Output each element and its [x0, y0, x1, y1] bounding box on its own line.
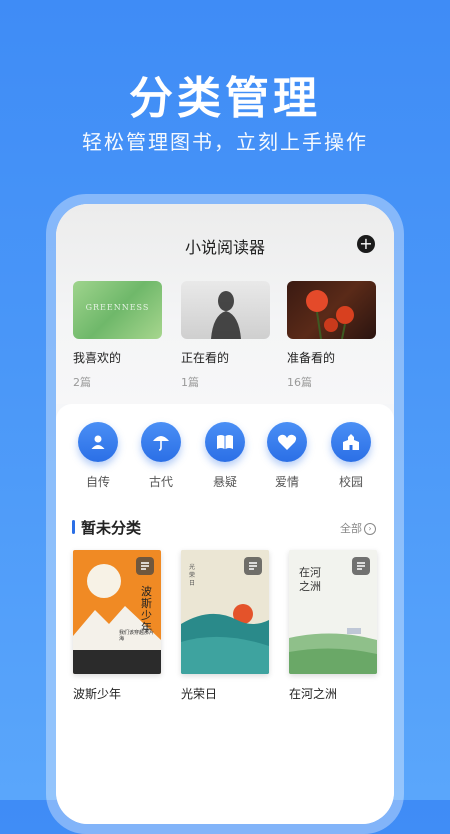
- genre-label: 校园: [338, 475, 363, 489]
- genre-romance[interactable]: 爱情: [265, 422, 309, 490]
- category-card-to-read[interactable]: 准备看的 16篇: [287, 281, 376, 390]
- genre-label: 古代: [148, 475, 173, 489]
- book-item[interactable]: 在河之洲 在河之洲: [289, 550, 377, 702]
- chevron-right-circle-icon: ›: [364, 523, 376, 535]
- hero-subtitle: 轻松管理图书，立刻上手操作: [82, 130, 368, 154]
- category-count: 1篇: [181, 376, 199, 389]
- cover-text: GREENNESS: [85, 303, 150, 312]
- list-icon: [244, 557, 262, 575]
- flower-image: [306, 290, 354, 339]
- hero-title: 分类管理: [129, 73, 321, 124]
- section-title: 暂未分类: [81, 519, 142, 537]
- watermark-text: GOGO手游网: [240, 772, 317, 786]
- book-cover: 波斯少年 我们该穿越那片海: [73, 550, 161, 674]
- category-card-reading[interactable]: 正在看的 1篇: [181, 281, 270, 390]
- genre-mystery[interactable]: 悬疑: [203, 422, 247, 490]
- genre-autobiography[interactable]: 自传: [76, 422, 120, 490]
- silhouette-image: [211, 291, 241, 339]
- cover-title: 波斯少年: [141, 585, 152, 634]
- category-cover: [181, 281, 270, 339]
- category-count: 2篇: [73, 376, 91, 389]
- cover-caption: 我们该穿越那片海: [119, 630, 155, 642]
- book-title: 波斯少年: [73, 687, 122, 701]
- category-name: 正在看的: [181, 351, 230, 365]
- see-all-link[interactable]: 全部 ›: [340, 520, 376, 536]
- plus-icon[interactable]: +: [357, 235, 375, 253]
- genre-label: 爱情: [274, 475, 299, 489]
- see-all-label: 全部: [340, 522, 362, 535]
- book-item[interactable]: 波斯少年 我们该穿越那片海 波斯少年: [73, 550, 161, 702]
- school-icon: [331, 422, 371, 462]
- watermark-logo: GOGO手游网: [240, 770, 340, 792]
- heart-icon: [267, 422, 307, 462]
- genre-ancient[interactable]: 古代: [139, 422, 183, 490]
- app-title: 小说阅读器: [184, 238, 265, 257]
- cover-title: 在河之洲: [299, 566, 321, 593]
- list-icon: [352, 557, 370, 575]
- category-card-favorites[interactable]: GREENNESS 我喜欢的 2篇: [73, 281, 162, 390]
- category-name: 准备看的: [287, 351, 336, 365]
- book-cover: 在河之洲: [289, 550, 377, 674]
- book-item[interactable]: 光荣日 光荣日: [181, 550, 269, 702]
- category-count: 16篇: [287, 376, 312, 389]
- book-cover: 光荣日: [181, 550, 269, 674]
- person-icon: [78, 422, 118, 462]
- section-marker: [72, 520, 75, 534]
- list-icon: [136, 557, 154, 575]
- cover-title: 光荣日: [189, 564, 196, 587]
- umbrella-icon: [141, 422, 181, 462]
- category-name: 我喜欢的: [73, 351, 122, 365]
- book-title: 在河之洲: [289, 687, 338, 701]
- book-title: 光荣日: [181, 687, 218, 701]
- genre-label: 自传: [85, 475, 110, 489]
- app-screen: 小说阅读器 + GREENNESS 我喜欢的 2篇 正在看的 1篇 准备看的 1…: [56, 204, 394, 824]
- book-icon: [205, 422, 245, 462]
- category-cover: [287, 281, 376, 339]
- genre-label: 悬疑: [212, 475, 237, 489]
- category-cover: GREENNESS: [73, 281, 162, 339]
- genre-campus[interactable]: 校园: [329, 422, 373, 490]
